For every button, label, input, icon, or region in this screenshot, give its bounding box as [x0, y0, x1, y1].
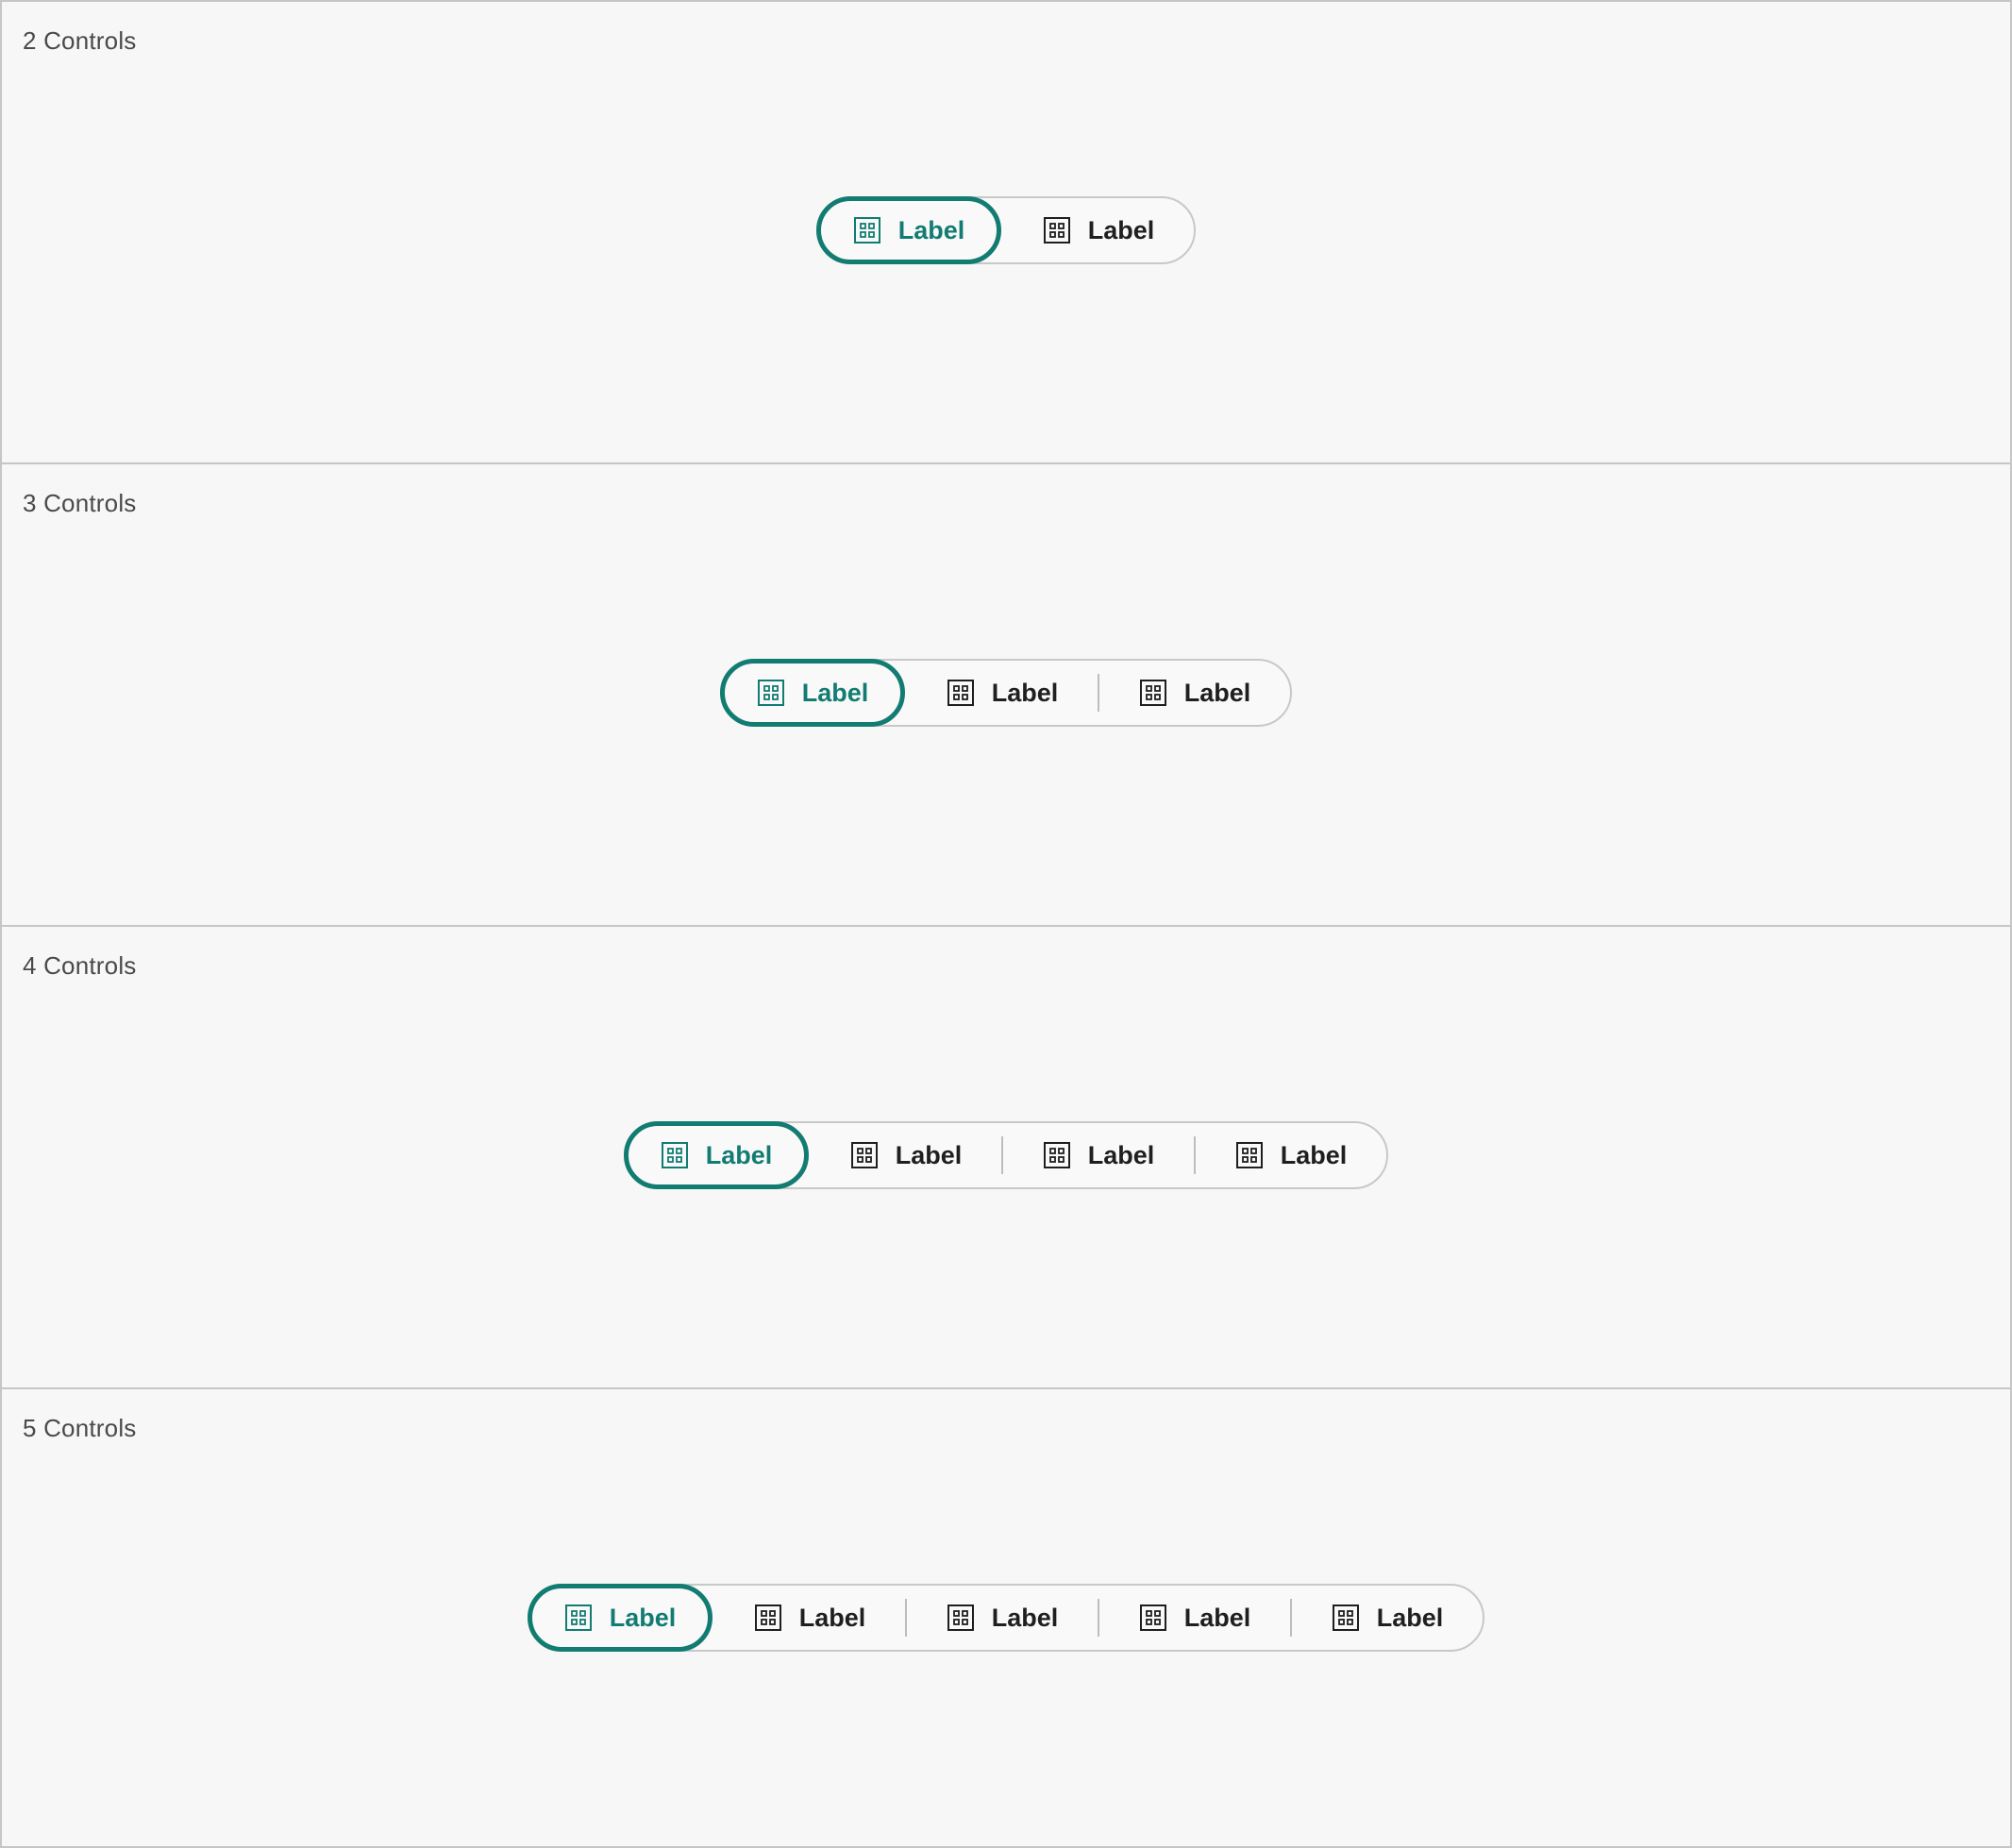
segment-button-4[interactable]: Label: [1099, 1586, 1290, 1650]
segment-label: Label: [798, 1603, 866, 1632]
segment-label: Label: [1376, 1603, 1444, 1632]
segment-label: Label: [705, 1140, 773, 1169]
grid-view-icon: [661, 1141, 689, 1169]
grid-view-icon: [947, 679, 975, 707]
grid-view-icon: [1043, 216, 1071, 244]
segment-button-3[interactable]: Label: [1099, 661, 1290, 725]
grid-view-icon: [853, 216, 881, 244]
segmented-control-showcase: 2 Controls Label Label 3 Controls Label La…: [0, 0, 2012, 1848]
grid-view-icon: [1139, 1604, 1167, 1632]
segment-label: Label: [991, 1603, 1059, 1632]
panel-title: 5 Controls: [23, 1414, 137, 1442]
segmented-control: Label Label: [816, 196, 1196, 264]
segment-label: Label: [1183, 678, 1251, 707]
segment-button-2[interactable]: Label: [1003, 198, 1194, 262]
segment-button-3[interactable]: Label: [907, 1586, 1098, 1650]
segment-button-1[interactable]: Label: [624, 1121, 809, 1189]
panel-5-controls: 5 Controls Label Label Label Label Label: [2, 1389, 2010, 1848]
segmented-control: Label Label Label Label Label: [528, 1584, 1484, 1652]
segment-button-1[interactable]: Label: [720, 659, 905, 727]
grid-view-icon: [1139, 679, 1167, 707]
panel-4-controls: 4 Controls Label Label Label Label: [2, 927, 2010, 1389]
grid-view-icon: [850, 1141, 879, 1169]
segment-button-1[interactable]: Label: [816, 196, 1001, 264]
panel-title: 2 Controls: [23, 26, 137, 55]
segment-label: Label: [897, 215, 965, 244]
segmented-control: Label Label Label: [720, 659, 1292, 727]
segment-label: Label: [1087, 215, 1155, 244]
grid-view-icon: [947, 1604, 975, 1632]
grid-view-icon: [757, 679, 785, 707]
segment-button-5[interactable]: Label: [1292, 1586, 1483, 1650]
grid-view-icon: [1332, 1604, 1360, 1632]
segment-label: Label: [609, 1603, 677, 1632]
segment-button-1[interactable]: Label: [528, 1584, 713, 1652]
grid-view-icon: [1043, 1141, 1071, 1169]
segment-label: Label: [1183, 1603, 1251, 1632]
segment-label: Label: [801, 678, 869, 707]
segment-button-2[interactable]: Label: [907, 661, 1098, 725]
segment-label: Label: [991, 678, 1059, 707]
segment-label: Label: [1280, 1140, 1348, 1169]
panel-2-controls: 2 Controls Label Label: [2, 2, 2010, 464]
segmented-control: Label Label Label Label: [624, 1121, 1388, 1189]
grid-view-icon: [754, 1604, 782, 1632]
segment-label: Label: [1087, 1140, 1155, 1169]
segment-button-3[interactable]: Label: [1003, 1123, 1194, 1187]
grid-view-icon: [1235, 1141, 1264, 1169]
panel-title: 3 Controls: [23, 489, 137, 517]
segment-button-2[interactable]: Label: [811, 1123, 1001, 1187]
segment-button-2[interactable]: Label: [714, 1586, 905, 1650]
grid-view-icon: [564, 1604, 593, 1632]
segment-button-4[interactable]: Label: [1196, 1123, 1386, 1187]
panel-title: 4 Controls: [23, 951, 137, 980]
segment-label: Label: [895, 1140, 963, 1169]
panel-3-controls: 3 Controls Label Label Label: [2, 464, 2010, 927]
